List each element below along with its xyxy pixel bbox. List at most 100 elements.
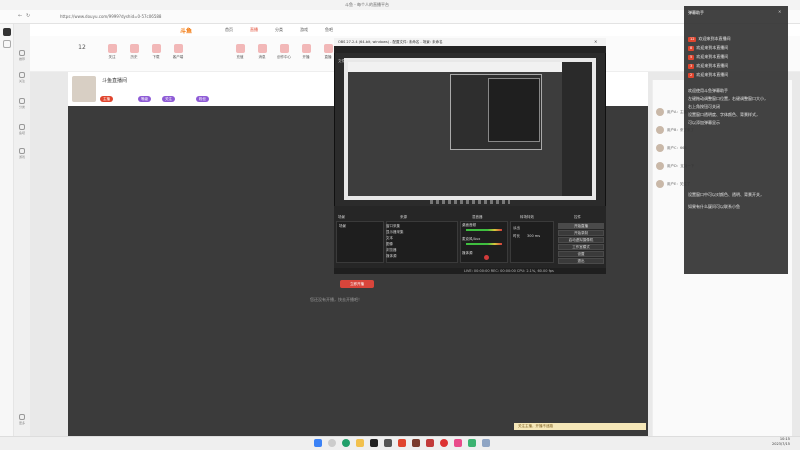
site-logo[interactable]: 斗鱼: [180, 26, 192, 35]
close-icon[interactable]: ✕: [594, 39, 597, 44]
sidebar-item-forum[interactable]: 鱼吧: [16, 124, 28, 138]
transition-duration-label: 时长: [513, 234, 520, 238]
room-tag[interactable]: 关注: [162, 96, 175, 102]
obs-title-bar: OBS 27.2.4 (64-bit, windows) - 配置文件: 未命名…: [334, 38, 606, 46]
virtual-camera-button[interactable]: 启动虚拟摄像机: [558, 237, 604, 243]
preview-capture-sidebar: [562, 62, 592, 196]
add-tab-icon[interactable]: [3, 40, 11, 48]
avatar: [656, 180, 664, 188]
source-item[interactable]: 媒体源: [386, 254, 397, 259]
transition-duration-value[interactable]: 300 ms: [527, 234, 540, 238]
tool-follow[interactable]: 关注: [102, 44, 122, 60]
obs-title: OBS 27.2.4 (64-bit, windows) - 配置文件: 未命名…: [338, 40, 443, 44]
start-icon[interactable]: [314, 439, 322, 447]
obs-icon[interactable]: [370, 439, 378, 447]
mixer-channel: 媒体源: [462, 251, 473, 255]
address-bar[interactable]: ← ↻ https://www.douyu.com/9999?dyshid=0-…: [0, 10, 800, 24]
studio-mode-button[interactable]: 工作室模式: [558, 244, 604, 250]
sidebar-item-recommend[interactable]: 推荐: [16, 50, 28, 64]
refresh-icon[interactable]: ↻: [26, 13, 30, 19]
nav-live[interactable]: 直播: [250, 27, 258, 33]
app-icon[interactable]: [384, 439, 392, 447]
bell-icon: [257, 44, 267, 53]
nav-forum[interactable]: 鱼吧: [325, 27, 333, 33]
nav-category[interactable]: 分类: [275, 27, 283, 33]
dock-header-sources: 来源: [400, 215, 407, 219]
settings-button[interactable]: 设置: [558, 251, 604, 257]
close-icon[interactable]: ✕: [778, 9, 781, 14]
app-icon[interactable]: [440, 439, 448, 447]
browser-title-bar: 斗鱼 - 每个人的直播平台 —□✕: [0, 0, 800, 18]
scene-item[interactable]: 场景: [339, 224, 346, 229]
start-recording-button[interactable]: 开始录制: [558, 230, 604, 236]
room-tag: 粉丝: [196, 96, 209, 102]
source-item[interactable]: 窗口采集: [386, 224, 400, 229]
browser-side-rail: [0, 24, 14, 436]
nav-home[interactable]: 首页: [225, 27, 233, 33]
notice-strip[interactable]: 关注主播，开播不迷路: [514, 423, 646, 430]
app-icon[interactable]: [454, 439, 462, 447]
tool-creator[interactable]: 创作中心: [274, 44, 294, 60]
tool-go-live[interactable]: 开播: [296, 44, 316, 60]
mute-icon[interactable]: [484, 255, 489, 260]
browser-logo-icon[interactable]: [3, 28, 11, 36]
exit-button[interactable]: 退出: [558, 258, 604, 264]
tool-recharge[interactable]: 充值: [230, 44, 250, 60]
broadcast-icon: [323, 44, 333, 53]
stage-message: 您还没有开播，快去开播吧！: [310, 297, 362, 302]
danmaku-line: 5 欢迎来到本直播间: [688, 54, 729, 60]
app-icon[interactable]: [412, 439, 420, 447]
danmaku-note: 欢迎使用斗鱼弹幕助手: [688, 88, 728, 93]
tool-download[interactable]: 下载: [146, 44, 166, 60]
tool-history[interactable]: 历史: [124, 44, 144, 60]
search-icon[interactable]: [328, 439, 336, 447]
transition-select[interactable]: 淡出: [513, 226, 520, 231]
back-icon[interactable]: ←: [18, 13, 22, 19]
app-icon[interactable]: [482, 439, 490, 447]
danmaku-line: 8 欢迎来到本直播间: [688, 45, 729, 51]
tool-level[interactable]: 12: [72, 44, 92, 51]
tool-client[interactable]: 客户端: [168, 44, 188, 60]
douyu-icon[interactable]: [398, 439, 406, 447]
app-icon[interactable]: [426, 439, 434, 447]
nav-games[interactable]: 游戏: [300, 27, 308, 33]
room-tag: 等级: [138, 96, 151, 102]
app-icon[interactable]: [468, 439, 476, 447]
danmaku-line: 12 欢迎来到本直播间: [688, 36, 731, 42]
download-icon: [151, 44, 161, 53]
avatar: [656, 126, 664, 134]
source-item[interactable]: 浏览器: [386, 248, 397, 253]
coin-icon: [235, 44, 245, 53]
monitor-icon: [173, 44, 183, 53]
sidebar-item-more[interactable]: 更多: [16, 414, 28, 428]
more-icon: [19, 414, 25, 420]
start-streaming-button[interactable]: 开始直播: [558, 223, 604, 229]
source-item[interactable]: 图像: [386, 242, 393, 247]
sidebar-item-follow[interactable]: 关注: [16, 72, 28, 86]
audio-meter: [466, 229, 502, 231]
sidebar-item-category[interactable]: 分类: [16, 98, 28, 112]
tool-messages[interactable]: 消息: [252, 44, 272, 60]
source-item[interactable]: 显示器采集: [386, 230, 404, 235]
danmaku-note: 如果有什么疑问可以联系小鱼: [688, 204, 740, 209]
room-name: 斗鱼直播间: [102, 78, 128, 84]
sidebar-item-game[interactable]: 游戏: [16, 148, 28, 162]
url-text[interactable]: https://www.douyu.com/9999?dyshid=0-57c0…: [60, 14, 161, 19]
avatar: [656, 108, 664, 116]
gamepad-icon: [19, 148, 25, 154]
home-icon: [19, 50, 25, 56]
tab-title[interactable]: 斗鱼 - 每个人的直播平台: [345, 2, 389, 8]
preview-capture-topbar: [348, 62, 592, 72]
dock-header-controls: 控件: [574, 215, 581, 219]
preview-dock-strip: [430, 200, 510, 204]
avatar[interactable]: [72, 76, 96, 102]
source-item[interactable]: 文本: [386, 236, 393, 241]
danmaku-line: 3 欢迎来到本直播间: [688, 63, 729, 69]
pen-icon: [279, 44, 289, 53]
folder-icon[interactable]: [356, 439, 364, 447]
obs-menu-bar: 文件(F)编辑(E)视图(V)停靠部件(D)配置文件(P)场景集合(S)工具(T…: [334, 46, 606, 63]
go-live-button[interactable]: 立即开播: [340, 280, 374, 288]
edge-icon[interactable]: [342, 439, 350, 447]
system-clock[interactable]: 10:15 2023/7/15: [772, 437, 790, 447]
clock-icon: [129, 44, 139, 53]
